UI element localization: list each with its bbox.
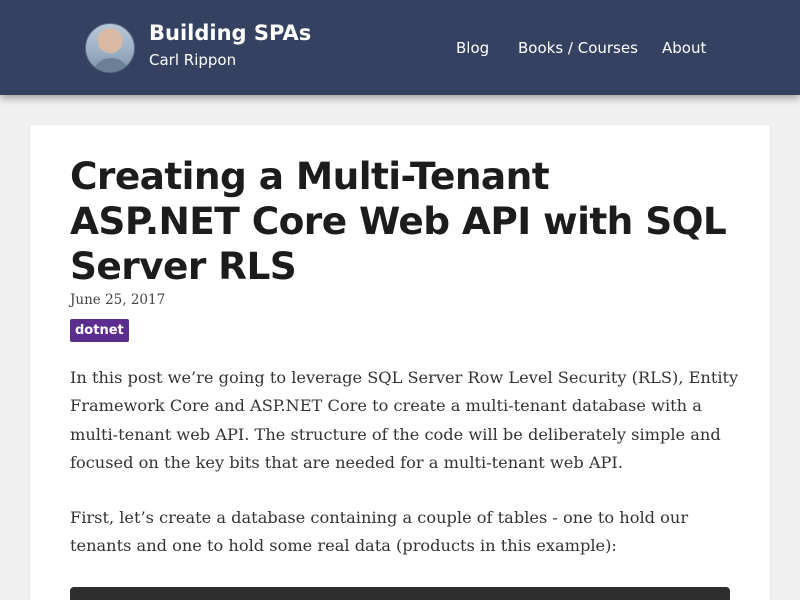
nav-blog[interactable]: Blog bbox=[456, 39, 489, 57]
avatar-shoulders bbox=[95, 58, 127, 72]
post-date: June 25, 2017 bbox=[70, 292, 166, 308]
avatar[interactable] bbox=[85, 23, 135, 73]
post-paragraph-intro: In this post we’re going to leverage SQL… bbox=[70, 368, 739, 472]
nav-books-courses[interactable]: Books / Courses bbox=[518, 39, 638, 57]
site-header: Building SPAs Carl Rippon Blog Books / C… bbox=[0, 0, 800, 95]
site-title[interactable]: Building SPAs bbox=[149, 21, 311, 45]
nav-about[interactable]: About bbox=[662, 39, 706, 57]
tag-dotnet[interactable]: dotnet bbox=[70, 319, 129, 342]
code-block bbox=[70, 587, 730, 600]
post-title: Creating a Multi-Tenant ASP.NET Core Web… bbox=[70, 154, 727, 288]
site-author: Carl Rippon bbox=[149, 51, 237, 69]
post-paragraph-first: First, let’s create a database containin… bbox=[70, 508, 689, 556]
